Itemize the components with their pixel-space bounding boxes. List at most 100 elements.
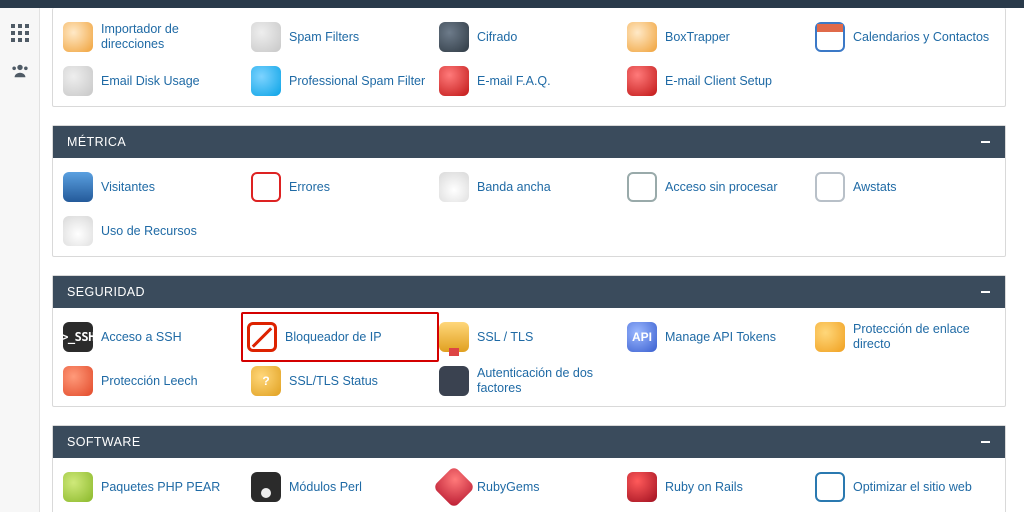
item-calendarios-contactos-icon (815, 22, 845, 52)
collapse-icon[interactable]: − (980, 287, 991, 297)
item-acceso-sin-procesar[interactable]: Acceso sin procesar (623, 170, 811, 204)
item-spam-filters-icon (251, 22, 281, 52)
item-ssl-tls-status-label: SSL/TLS Status (289, 374, 378, 389)
item-email-disk-usage-label: Email Disk Usage (101, 74, 200, 89)
main-content: Importador de direcciones Spam Filters Cif… (40, 8, 1024, 512)
item-importador-direcciones-label: Importador de direcciones (101, 22, 243, 52)
panel-title: SOFTWARE (67, 435, 141, 449)
item-pro-spam-filter-icon (251, 66, 281, 96)
item-pro-spam-filter-label: Professional Spam Filter (289, 74, 425, 89)
item-uso-recursos[interactable]: Uso de Recursos (59, 214, 247, 248)
item-pro-spam-filter[interactable]: Professional Spam Filter (247, 64, 435, 98)
item-modulos-perl[interactable]: Módulos Perl (247, 470, 435, 504)
top-bar (0, 0, 1024, 8)
item-ssl-tls-status-icon: ? (251, 366, 281, 396)
item-calendarios-contactos[interactable]: Calendarios y Contactos (811, 20, 999, 54)
item-rubygems-icon (433, 466, 475, 508)
item-banda-ancha[interactable]: Banda ancha (435, 170, 623, 204)
users-icon[interactable] (11, 62, 29, 80)
item-email-disk-usage[interactable]: Email Disk Usage (59, 64, 247, 98)
item-awstats-label: Awstats (853, 180, 897, 195)
item-importador-direcciones-icon (63, 22, 93, 52)
item-manage-api-tokens-icon: API (627, 322, 657, 352)
item-email-faq-label: E-mail F.A.Q. (477, 74, 551, 89)
item-errores-label: Errores (289, 180, 330, 195)
item-ssl-tls-label: SSL / TLS (477, 330, 533, 345)
item-acceso-ssh-label: Acceso a SSH (101, 330, 182, 345)
item-spam-filters[interactable]: Spam Filters (247, 20, 435, 54)
panel-header-software[interactable]: SOFTWARE − (53, 426, 1005, 458)
item-hotlink-protect[interactable]: Protección de enlace directo (811, 320, 999, 354)
item-manage-api-tokens-label: Manage API Tokens (665, 330, 776, 345)
item-ruby-on-rails-icon (627, 472, 657, 502)
item-boxtrapper-label: BoxTrapper (665, 30, 730, 45)
item-cifrado-label: Cifrado (477, 30, 517, 45)
item-errores[interactable]: ! Errores (247, 170, 435, 204)
item-cifrado[interactable]: Cifrado (435, 20, 623, 54)
item-email-disk-usage-icon (63, 66, 93, 96)
panel-software: SOFTWARE − Paquetes PHP PEAR Módulos Perl… (52, 425, 1006, 512)
item-optimizar-sitio-label: Optimizar el sitio web (853, 480, 972, 495)
item-acceso-sin-procesar-label: Acceso sin procesar (665, 180, 778, 195)
item-email-faq-icon (439, 66, 469, 96)
item-email-faq[interactable]: E-mail F.A.Q. (435, 64, 623, 98)
item-ssl-tls[interactable]: SSL / TLS (435, 320, 623, 354)
item-modulos-perl-label: Módulos Perl (289, 480, 362, 495)
item-visitantes-label: Visitantes (101, 180, 155, 195)
item-errores-icon: ! (251, 172, 281, 202)
item-php-pear-icon (63, 472, 93, 502)
item-bloqueador-ip[interactable]: IP Bloqueador de IP (241, 312, 439, 362)
item-proteccion-leech-label: Protección Leech (101, 374, 198, 389)
item-visitantes[interactable]: Visitantes (59, 170, 247, 204)
item-acceso-sin-procesar-icon (627, 172, 657, 202)
item-bloqueador-ip-icon: IP (247, 322, 277, 352)
item-calendarios-contactos-label: Calendarios y Contactos (853, 30, 989, 45)
item-visitantes-icon (63, 172, 93, 202)
item-uso-recursos-label: Uso de Recursos (101, 224, 197, 239)
item-ssl-tls-icon (439, 322, 469, 352)
item-2fa[interactable]: Autenticación de dos factores (435, 364, 623, 398)
collapse-icon[interactable]: − (980, 437, 991, 447)
item-hotlink-protect-label: Protección de enlace directo (853, 322, 995, 352)
item-email-client-setup-label: E-mail Client Setup (665, 74, 772, 89)
item-hotlink-protect-icon (815, 322, 845, 352)
item-proteccion-leech-icon (63, 366, 93, 396)
panel-seguridad: SEGURIDAD − >_SSH Acceso a SSH IP Bloqueado… (52, 275, 1006, 407)
item-php-pear-label: Paquetes PHP PEAR (101, 480, 220, 495)
item-php-pear[interactable]: Paquetes PHP PEAR (59, 470, 247, 504)
item-spam-filters-label: Spam Filters (289, 30, 359, 45)
item-rubygems[interactable]: RubyGems (435, 470, 623, 504)
item-modulos-perl-icon (251, 472, 281, 502)
item-boxtrapper-icon (627, 22, 657, 52)
item-awstats-icon (815, 172, 845, 202)
item-2fa-icon (439, 366, 469, 396)
item-importador-direcciones[interactable]: Importador de direcciones (59, 20, 247, 54)
item-banda-ancha-label: Banda ancha (477, 180, 551, 195)
item-banda-ancha-icon (439, 172, 469, 202)
item-uso-recursos-icon (63, 216, 93, 246)
item-boxtrapper[interactable]: BoxTrapper (623, 20, 811, 54)
item-ruby-on-rails-label: Ruby on Rails (665, 480, 743, 495)
item-optimizar-sitio-icon (815, 472, 845, 502)
item-ruby-on-rails[interactable]: Ruby on Rails (623, 470, 811, 504)
item-optimizar-sitio[interactable]: Optimizar el sitio web (811, 470, 999, 504)
panel-header-metrica[interactable]: MÉTRICA − (53, 126, 1005, 158)
panel-metrica: MÉTRICA − Visitantes! Errores Banda ancha A… (52, 125, 1006, 257)
panel-title: SEGURIDAD (67, 285, 145, 299)
item-cifrado-icon (439, 22, 469, 52)
item-acceso-ssh[interactable]: >_SSH Acceso a SSH (59, 320, 247, 354)
item-acceso-ssh-icon: >_SSH (63, 322, 93, 352)
panel-email: Importador de direcciones Spam Filters Cif… (52, 8, 1006, 107)
item-email-client-setup[interactable]: E-mail Client Setup (623, 64, 811, 98)
item-email-client-setup-icon (627, 66, 657, 96)
collapse-icon[interactable]: − (980, 137, 991, 147)
item-manage-api-tokens[interactable]: API Manage API Tokens (623, 320, 811, 354)
item-proteccion-leech[interactable]: Protección Leech (59, 364, 247, 398)
panel-header-seguridad[interactable]: SEGURIDAD − (53, 276, 1005, 308)
item-ssl-tls-status[interactable]: ? SSL/TLS Status (247, 364, 435, 398)
item-bloqueador-ip-label: Bloqueador de IP (285, 330, 382, 345)
item-awstats[interactable]: Awstats (811, 170, 999, 204)
grid-icon[interactable] (11, 24, 29, 42)
left-nav (0, 8, 40, 512)
item-rubygems-label: RubyGems (477, 480, 540, 495)
